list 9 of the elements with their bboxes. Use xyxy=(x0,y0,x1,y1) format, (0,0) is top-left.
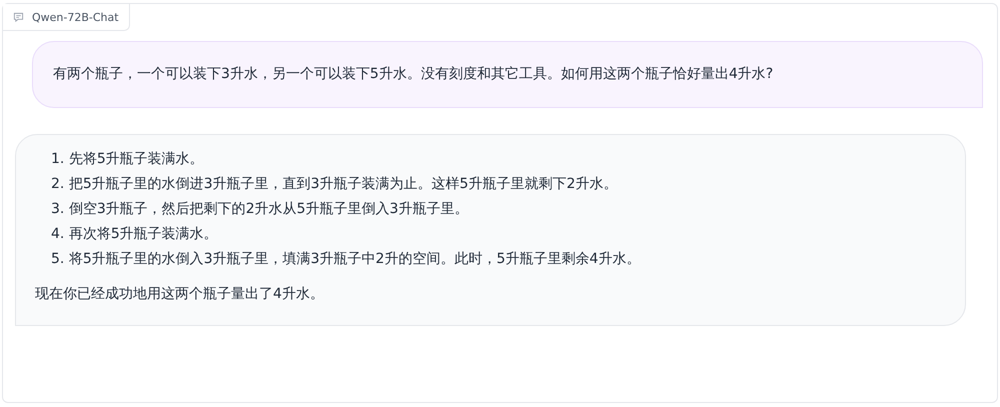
list-item: 2. 把5升瓶子里的水倒进3升瓶子里，直到3升瓶子装满为止。这样5升瓶子里就剩下2升水。 xyxy=(51,175,618,194)
message-text: 现在你已经成功地用这两个瓶子量出了4升水。 xyxy=(35,285,325,304)
chatbot-name: Qwen-72B-Chat xyxy=(32,10,119,24)
list-item: 3. 倒空3升瓶子，然后把剩下的2升水从5升瓶子里倒入3升瓶子里。 xyxy=(51,200,470,219)
message-text: 有两个瓶子，一个可以装下3升水，另一个可以装下5升水。没有刻度和其它工具。如何用这两个瓶子恰好量出4升水? xyxy=(53,65,774,84)
chat-icon xyxy=(13,12,24,22)
list-item: 1. 先将5升瓶子装满水。 xyxy=(51,150,205,169)
list-item: 5. 将5升瓶子里的水倒入3升瓶子里，填满3升瓶子中2升的空间。此时，5升瓶子里剩余4升水。 xyxy=(51,250,642,269)
list-item: 4. 再次将5升瓶子装满水。 xyxy=(51,225,219,244)
